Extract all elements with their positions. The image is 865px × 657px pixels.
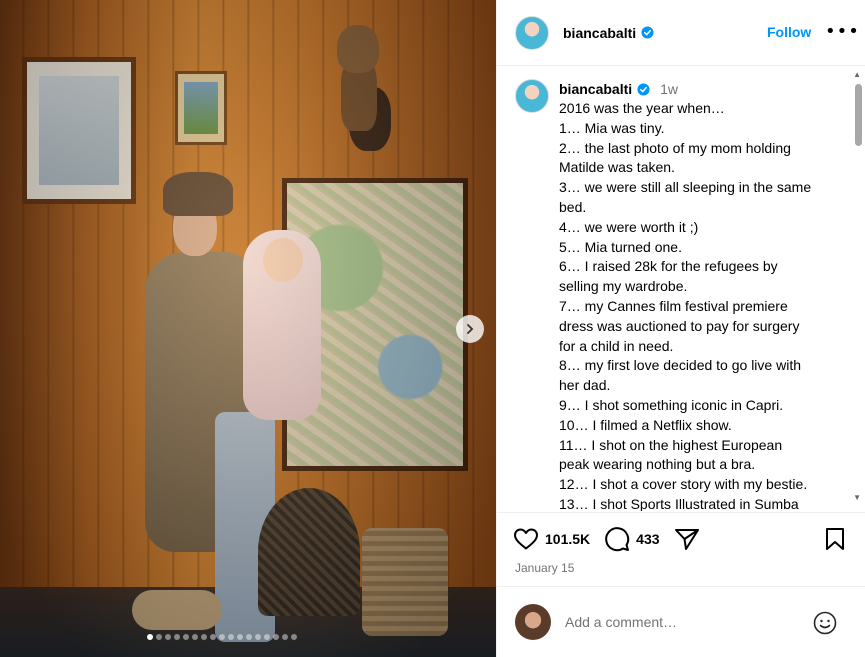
scrollbar-thumb[interactable] bbox=[855, 84, 862, 146]
caption-username[interactable]: biancabalti bbox=[559, 81, 632, 97]
current-user-avatar bbox=[515, 604, 551, 640]
carousel-dot bbox=[147, 634, 153, 640]
send-icon bbox=[674, 529, 699, 550]
framed-picture bbox=[22, 57, 136, 204]
caption-line: 9… I shot something iconic in Capri. bbox=[559, 396, 784, 413]
caption-line: her dad. bbox=[559, 377, 611, 394]
caption-line: 10… I filmed a Netflix show. bbox=[559, 416, 732, 433]
comment-composer bbox=[497, 586, 865, 657]
carousel-indicator bbox=[147, 634, 297, 640]
caption-area: biancabalti 1w 2016 was the year when… 1…… bbox=[497, 67, 865, 511]
follow-button[interactable]: Follow bbox=[767, 24, 811, 40]
caption-line: selling my wardrobe. bbox=[559, 278, 688, 295]
username[interactable]: biancabalti bbox=[563, 25, 636, 41]
heart-icon bbox=[514, 528, 538, 550]
carousel-dot bbox=[219, 634, 225, 640]
caption-line: 11… I shot on the highest European bbox=[559, 436, 783, 453]
emoji-button[interactable] bbox=[813, 611, 837, 638]
caption-line: 12… I shot a cover story with my bestie. bbox=[559, 476, 808, 493]
carousel-dot bbox=[282, 634, 288, 640]
emoji-icon bbox=[813, 611, 837, 635]
wicker-basket bbox=[258, 488, 360, 616]
framed-picture-small bbox=[175, 71, 227, 145]
chevron-right-icon bbox=[467, 324, 474, 334]
caption-line: 2016 was the year when… bbox=[559, 100, 725, 116]
carousel-dot bbox=[264, 634, 270, 640]
comment-count[interactable]: 433 bbox=[636, 531, 659, 547]
caption-line: 13… I shot Sports Illustrated in Sumba bbox=[559, 495, 799, 511]
wicker-basket-small bbox=[362, 528, 448, 636]
carousel-dot bbox=[273, 634, 279, 640]
post-actions: 101.5K 433 January 15 bbox=[497, 512, 865, 586]
carousel-dot bbox=[156, 634, 162, 640]
caption-line: 1… Mia was tiny. bbox=[559, 119, 665, 136]
post-header: biancabalti Follow ••• bbox=[497, 0, 865, 66]
more-options-button[interactable]: ••• bbox=[825, 21, 860, 42]
post-date[interactable]: January 15 bbox=[515, 561, 574, 575]
carousel-next-button[interactable] bbox=[456, 315, 484, 343]
caption-text: 2016 was the year when… 1… Mia was tiny. 2… bbox=[559, 99, 839, 511]
caption-line: 4… we were worth it ;) bbox=[559, 218, 699, 235]
caption-line: peak wearing nothing but a bra. bbox=[559, 456, 756, 473]
comment-icon bbox=[605, 527, 630, 552]
slippers bbox=[132, 590, 222, 630]
caption-line: dress was auctioned to pay for surgery bbox=[559, 317, 800, 334]
caption-line: 2… the last photo of my mom holding bbox=[559, 139, 791, 156]
carousel-dot bbox=[237, 634, 243, 640]
caption-line: 8… my first love decided to go live with bbox=[559, 357, 801, 374]
carousel-dot bbox=[291, 634, 297, 640]
scroll-up-arrow-icon[interactable]: ▲ bbox=[853, 70, 861, 79]
caption-line: 3… we were still all sleeping in the sam… bbox=[559, 179, 812, 196]
carousel-dot bbox=[255, 634, 261, 640]
like-count[interactable]: 101.5K bbox=[545, 531, 590, 547]
like-button[interactable] bbox=[513, 527, 539, 551]
carousel-dot bbox=[174, 634, 180, 640]
share-button[interactable] bbox=[674, 527, 700, 551]
carousel-dot bbox=[246, 634, 252, 640]
caption-line: 6… I raised 28k for the refugees by bbox=[559, 258, 778, 275]
caption-line: Matilde was taken. bbox=[559, 159, 675, 176]
caption-line: bed. bbox=[559, 198, 587, 215]
avatar[interactable] bbox=[515, 15, 549, 50]
caption-line: for a child in need. bbox=[559, 337, 674, 354]
bookmark-icon bbox=[826, 528, 844, 550]
carousel-dot bbox=[183, 634, 189, 640]
avatar[interactable] bbox=[515, 79, 549, 113]
carousel-dot bbox=[201, 634, 207, 640]
comment-button[interactable] bbox=[604, 526, 630, 552]
post-age[interactable]: 1w bbox=[660, 81, 678, 97]
carousel-dot bbox=[210, 634, 216, 640]
scroll-down-arrow-icon[interactable]: ▼ bbox=[853, 493, 861, 502]
carousel-dot bbox=[165, 634, 171, 640]
post-media[interactable] bbox=[0, 0, 496, 657]
deer-trophy bbox=[333, 25, 391, 151]
carousel-dot bbox=[228, 634, 234, 640]
verified-badge-icon bbox=[637, 82, 650, 96]
carousel-dot bbox=[192, 634, 198, 640]
verified-badge-icon bbox=[641, 26, 654, 39]
comment-input[interactable] bbox=[565, 614, 785, 630]
caption-line: 5… Mia turned one. bbox=[559, 238, 682, 255]
save-button[interactable] bbox=[825, 527, 845, 554]
post-sidebar: biancabalti Follow ••• biancabalti 1w 20… bbox=[496, 0, 865, 657]
caption-line: 7… my Cannes film festival premiere bbox=[559, 297, 788, 314]
